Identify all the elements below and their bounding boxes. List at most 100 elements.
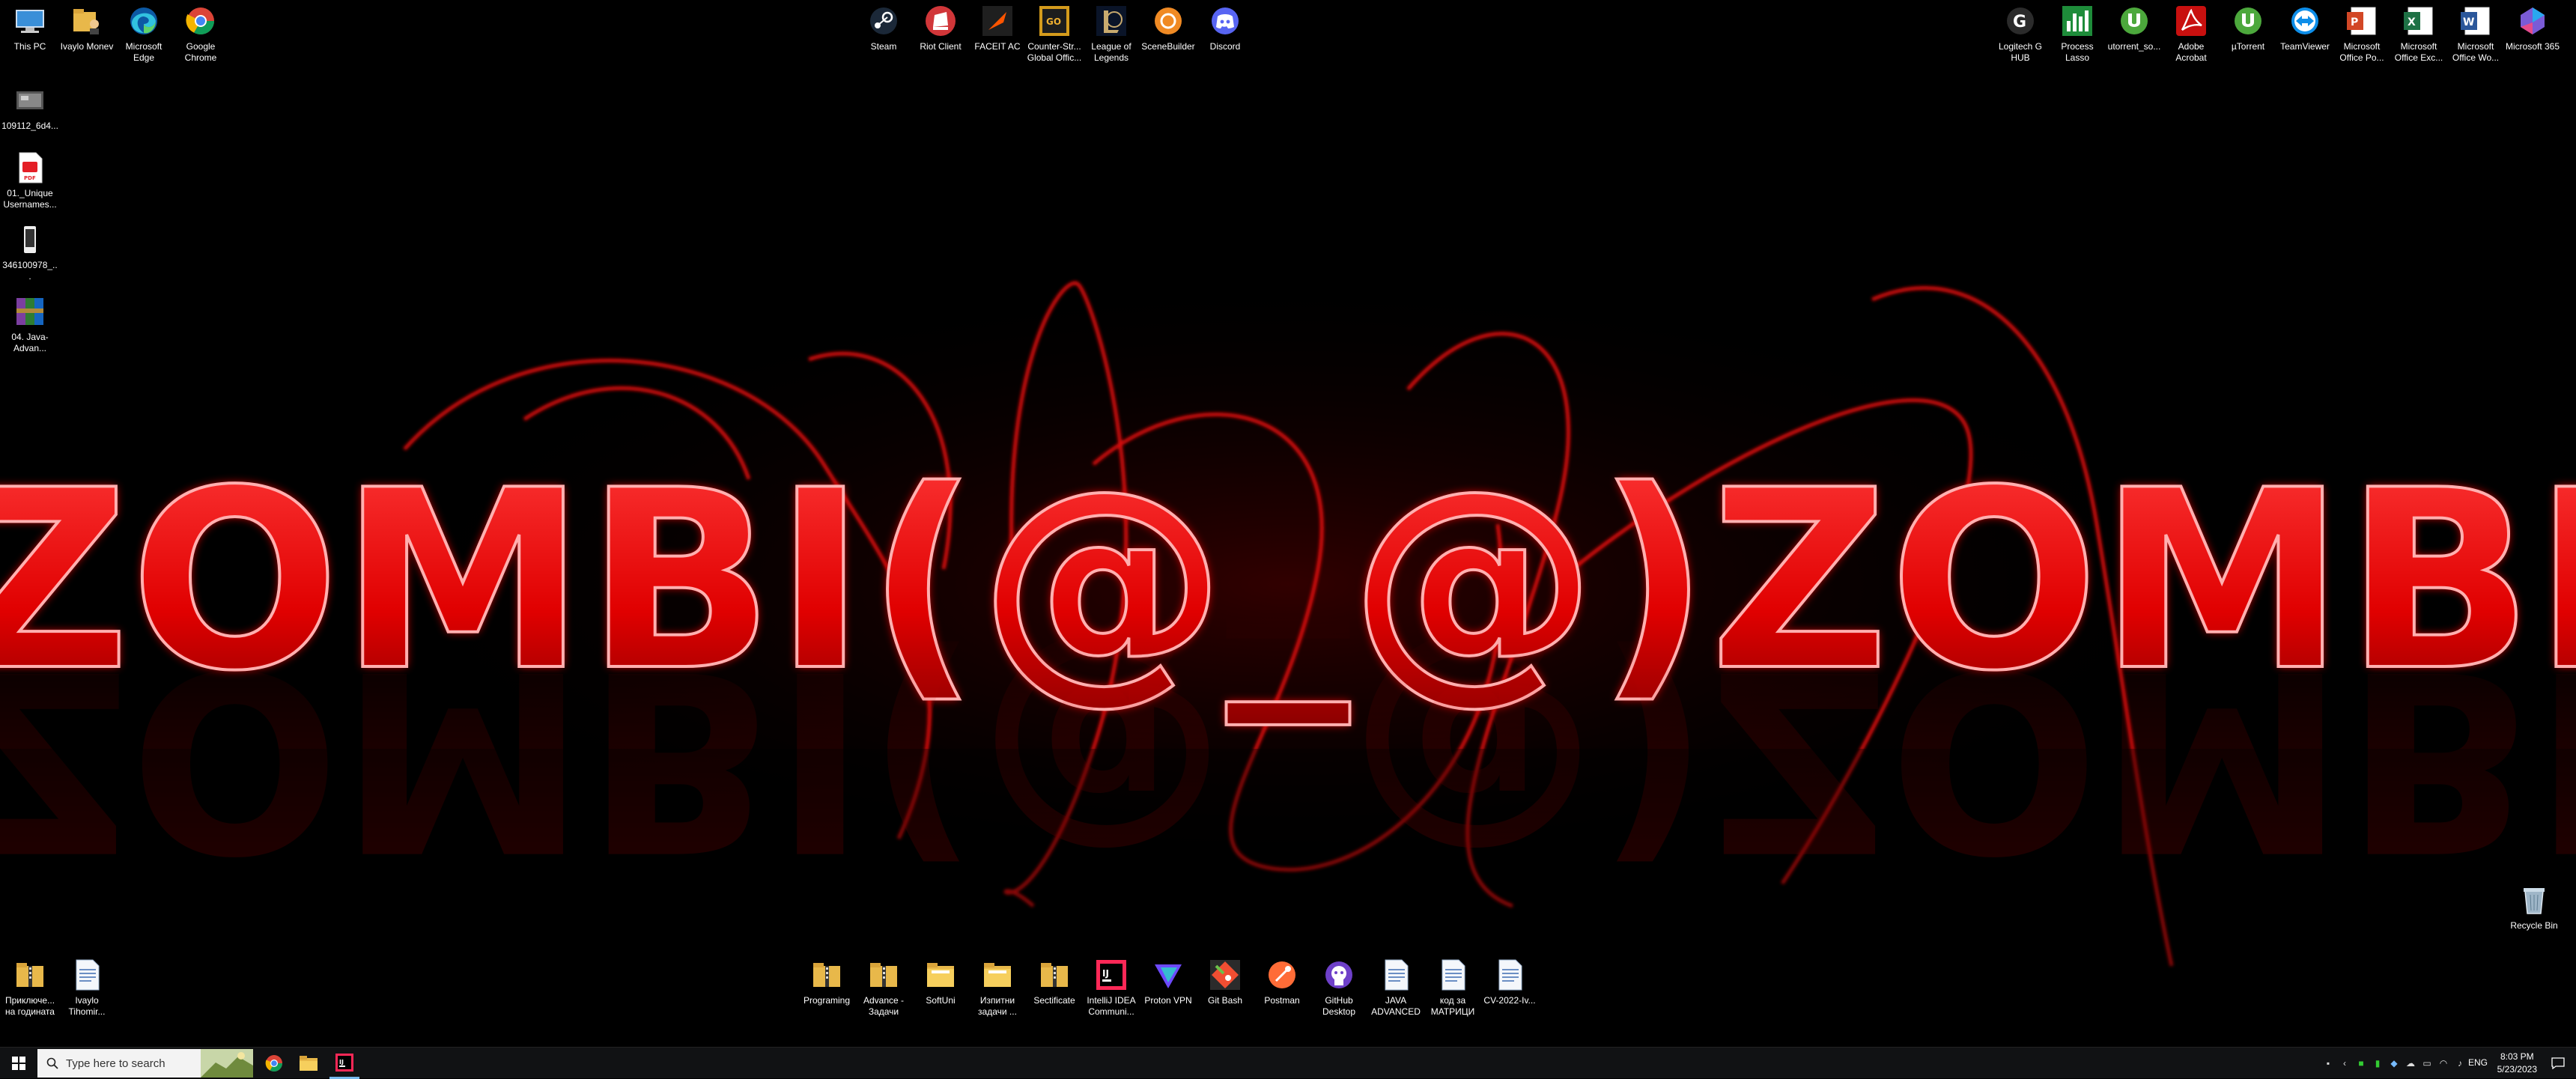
svg-text:W: W [2463, 16, 2474, 28]
desktop-shortcut[interactable]: W Microsoft Office Wo... [2447, 3, 2504, 64]
notification-icon[interactable] [2551, 1056, 2566, 1071]
clock[interactable]: 8:03 PM 5/23/2023 [2497, 1051, 2537, 1076]
desktop-shortcut[interactable]: Discord [1197, 3, 1254, 52]
zip-folder-icon [866, 957, 902, 993]
gitbash-icon [1207, 957, 1243, 993]
desktop-shortcut[interactable]: IJ IntelliJ IDEA Communi... [1083, 957, 1140, 1018]
tray-display-icon[interactable]: ▭ [2420, 1057, 2434, 1070]
faceit-icon [979, 3, 1015, 39]
desktop-shortcut[interactable]: Steam [855, 3, 912, 52]
shortcut-label: Изпитни задачи ... [978, 995, 1017, 1017]
wallpaper: ZOMBI(@_@)ZOMBI ZOMBI(@_@)ZOMBI ZOMBI(@_… [0, 270, 2576, 1047]
recycle-bin[interactable]: Recycle Bin [2506, 882, 2563, 931]
clock-date: 5/23/2023 [2497, 1064, 2537, 1075]
shortcut-label: 346100978_... [2, 260, 58, 282]
logitech-icon: G [2002, 3, 2038, 39]
shortcut-label: Git Bash [1207, 995, 1243, 1006]
tray-folder-icon[interactable]: ▪ [2321, 1057, 2335, 1070]
start-button[interactable] [0, 1048, 37, 1079]
desktop-shortcut[interactable]: код за МАТРИЦИ [1424, 957, 1481, 1018]
chrome-icon [265, 1055, 282, 1072]
search-icon [46, 1057, 58, 1069]
shortcut-label: Logitech G HUB [1998, 41, 2043, 63]
desktop-shortcut[interactable]: Ivaylo Tihomir... [58, 957, 115, 1018]
desktop-shortcut[interactable]: Postman [1254, 957, 1310, 1006]
shortcut-label: League of Legends [1091, 41, 1131, 63]
shortcut-label: Steam [870, 41, 897, 52]
desktop-shortcut[interactable]: G Logitech G HUB [1992, 3, 2049, 64]
svg-text:IJ: IJ [1102, 968, 1109, 979]
user-folder-icon [69, 3, 105, 39]
shortcut-label: IntelliJ IDEA Communi... [1087, 995, 1136, 1017]
desktop-shortcut[interactable]: Riot Client [912, 3, 969, 52]
shortcut-label: Counter-Str... Global Offic... [1027, 41, 1082, 63]
desktop-shortcut[interactable]: 109112_6d4... [1, 82, 58, 132]
shortcut-label: код за МАТРИЦИ [1430, 995, 1475, 1017]
desktop-shortcut[interactable]: Git Bash [1197, 957, 1254, 1006]
shortcut-label: Riot Client [920, 41, 962, 52]
tray-wifi-icon[interactable]: ◠ [2437, 1057, 2450, 1070]
tray-network-icon[interactable]: ◆ [2387, 1057, 2401, 1070]
shortcut-label: CV-2022-Iv... [1483, 995, 1536, 1006]
discord-icon [1207, 3, 1243, 39]
desktop-shortcut[interactable]: TeamViewer [2276, 3, 2333, 52]
desktop-shortcut[interactable]: Изпитни задачи ... [969, 957, 1026, 1018]
shortcut-label: µTorrent [2231, 41, 2265, 52]
taskbar-chrome[interactable] [259, 1048, 289, 1079]
taskbar-intellij[interactable]: IJ [329, 1048, 359, 1079]
desktop-shortcut[interactable]: PDF 01._Unique Usernames... [1, 150, 58, 210]
desktop-shortcut[interactable]: GitHub Desktop [1310, 957, 1367, 1018]
desktop-shortcut[interactable]: Sectificate [1026, 957, 1083, 1006]
doc-file-icon [1378, 957, 1414, 993]
shortcut-label: Microsoft Office Exc... [2394, 41, 2443, 63]
acrobat-icon [2173, 3, 2209, 39]
tray-cloud-icon[interactable]: ☁ [2404, 1057, 2417, 1070]
desktop-shortcut[interactable]: Ivaylo Monev [58, 3, 115, 52]
powerpoint-icon: P [2344, 3, 2380, 39]
desktop-shortcut[interactable]: Adobe Acrobat [2163, 3, 2220, 64]
desktop: ZOMBI(@_@)ZOMBI ZOMBI(@_@)ZOMBI ZOMBI(@_… [0, 0, 2576, 1047]
desktop-shortcut[interactable]: µTorrent [2220, 3, 2276, 52]
desktop-shortcut[interactable]: FACEIT AC [969, 3, 1026, 52]
taskbar-file-explorer[interactable] [294, 1048, 323, 1079]
desktop-shortcut[interactable]: GO Counter-Str... Global Offic... [1026, 3, 1083, 64]
riot-icon [923, 3, 959, 39]
desktop-shortcut[interactable]: Programing [798, 957, 855, 1006]
search-input[interactable]: Type here to search [37, 1049, 253, 1078]
desktop-shortcut[interactable]: Приключе... на годината [1, 957, 58, 1018]
shortcut-label: Google Chrome [184, 41, 217, 63]
desktop-shortcut[interactable]: 346100978_... [1, 222, 58, 282]
desktop-shortcut[interactable]: 04. Java-Advan... [1, 294, 58, 354]
shortcut-label: FACEIT AC [974, 41, 1021, 52]
tray-volume-icon[interactable]: ♪ [2453, 1057, 2467, 1070]
desktop-shortcut[interactable]: CV-2022-Iv... [1481, 957, 1538, 1006]
desktop-shortcut[interactable]: P Microsoft Office Po... [2333, 3, 2390, 64]
taskbar: Type here to search IJ ▪ ‹ ■ ▮ ◆ ☁ ▭ ◠ ♪… [0, 1047, 2576, 1079]
clock-time: 8:03 PM [2500, 1051, 2534, 1062]
desktop-shortcut[interactable]: SoftUni [912, 957, 969, 1006]
desktop-shortcut[interactable]: utorrent_so... [2106, 3, 2163, 52]
desktop-shortcut[interactable]: Microsoft 365 [2504, 3, 2561, 52]
svg-text:G: G [2013, 13, 2026, 31]
desktop-shortcut[interactable]: Process Lasso [2049, 3, 2106, 64]
desktop-shortcut[interactable]: Microsoft Edge [115, 3, 172, 64]
shortcut-label: JAVA ADVANCED [1371, 995, 1421, 1017]
tray-chevron-icon[interactable]: ‹ [2338, 1057, 2351, 1070]
svg-text:IJ: IJ [339, 1059, 344, 1066]
tray-nvidia-icon[interactable]: ■ [2354, 1057, 2368, 1070]
image-file-icon [12, 82, 48, 118]
language-indicator[interactable]: ENG [2468, 1057, 2488, 1068]
zip-folder-icon [1036, 957, 1072, 993]
shortcut-label: SoftUni [926, 995, 956, 1006]
desktop-shortcut[interactable]: League of Legends [1083, 3, 1140, 64]
desktop-shortcut[interactable]: Advance - Задачи [855, 957, 912, 1018]
desktop-shortcut[interactable]: SceneBuilder [1140, 3, 1197, 52]
desktop-shortcut[interactable]: X Microsoft Office Exc... [2390, 3, 2447, 64]
desktop-shortcut[interactable]: JAVA ADVANCED [1367, 957, 1424, 1018]
desktop-shortcut[interactable]: Google Chrome [172, 3, 229, 64]
desktop-shortcut[interactable]: This PC [1, 3, 58, 52]
tray-process-icon[interactable]: ▮ [2371, 1057, 2384, 1070]
search-highlight-image [201, 1049, 253, 1078]
recycle-bin-icon [2516, 882, 2552, 918]
desktop-shortcut[interactable]: Proton VPN [1140, 957, 1197, 1006]
